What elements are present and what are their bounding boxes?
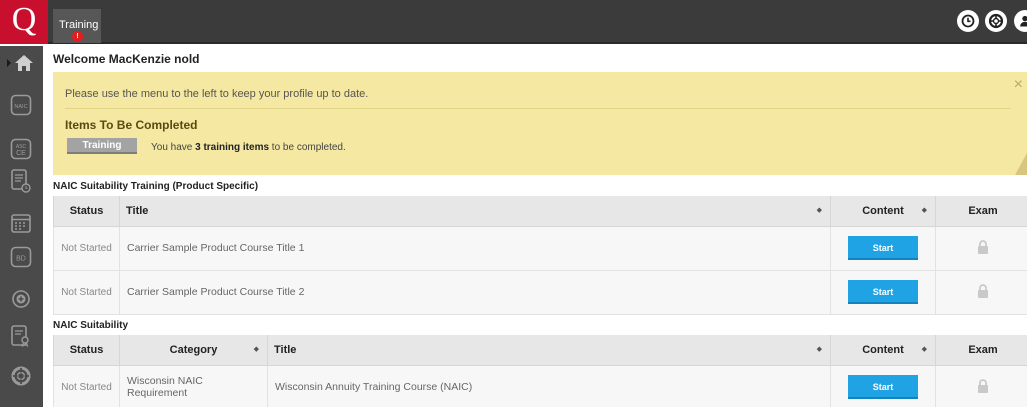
training-filter-button[interactable]: Training — [67, 138, 137, 154]
svg-text:BD: BD — [16, 256, 26, 263]
sidebar-item-home[interactable] — [5, 51, 39, 75]
count-prefix: You have — [151, 142, 196, 153]
clock-icon[interactable] — [957, 10, 979, 32]
sidebar-item-asc-ce[interactable]: ASC CE — [9, 137, 33, 161]
sidebar-item-support[interactable] — [9, 364, 33, 388]
title-cell: Carrier Sample Product Course Title 2 — [119, 269, 831, 315]
section-title-naic-suitability: NAIC Suitability — [53, 320, 129, 331]
column-header-content[interactable]: Content ◆ — [830, 196, 936, 227]
sort-icon[interactable]: ◆ — [817, 206, 822, 214]
sidebar-item-certificates[interactable] — [9, 324, 33, 348]
lock-icon — [977, 378, 989, 397]
training-count-text: You have 3 training items to be complete… — [151, 142, 346, 153]
column-header-status: Status — [53, 335, 120, 366]
column-header-content[interactable]: Content ◆ — [830, 335, 936, 366]
start-button[interactable]: Start — [848, 375, 918, 399]
logo-letter: Q — [11, 1, 37, 38]
svg-text:NAIC: NAIC — [14, 104, 27, 110]
sidebar-item-add[interactable] — [9, 287, 33, 311]
sort-icon[interactable]: ◆ — [922, 206, 927, 214]
column-header-status: Status — [53, 196, 120, 227]
welcome-heading: Welcome MacKenzie nold — [53, 52, 200, 66]
title-cell: Wisconsin Annuity Training Course (NAIC) — [267, 364, 831, 407]
sidebar-item-calendar[interactable] — [9, 211, 33, 235]
sort-icon[interactable]: ◆ — [254, 345, 259, 353]
sort-icon[interactable]: ◆ — [922, 345, 927, 353]
tab-training-label: Training — [59, 19, 99, 31]
column-header-exam: Exam — [935, 335, 1027, 366]
table-row: Not Started Carrier Sample Product Cours… — [53, 225, 1027, 271]
status-cell: Not Started — [53, 269, 120, 315]
exam-cell — [935, 225, 1027, 271]
sidebar: NAIC ASC CE BD — [0, 46, 43, 407]
user-icon[interactable] — [1014, 10, 1027, 32]
notice-divider — [65, 108, 1011, 109]
sidebar-item-bd[interactable]: BD — [9, 245, 33, 269]
table-row: Not Started Wisconsin NAIC Requirement W… — [53, 364, 1027, 407]
start-button[interactable]: Start — [848, 236, 918, 260]
logo[interactable]: Q — [0, 0, 48, 44]
column-header-title[interactable]: Title ◆ — [119, 196, 831, 227]
lock-icon — [977, 239, 989, 258]
lifebuoy-icon[interactable] — [985, 10, 1007, 32]
items-to-complete-heading: Items To Be Completed — [65, 118, 198, 132]
close-icon[interactable]: × — [1014, 76, 1023, 94]
column-header-category[interactable]: Category ◆ — [119, 335, 268, 366]
content-cell: Start — [830, 269, 936, 315]
content-cell: Start — [830, 225, 936, 271]
section-title-product-specific: NAIC Suitability Training (Product Speci… — [53, 181, 259, 192]
sidebar-item-naic[interactable]: NAIC — [9, 93, 33, 117]
start-button[interactable]: Start — [848, 280, 918, 304]
notification-badge: ! — [72, 31, 83, 42]
lock-icon — [977, 283, 989, 302]
count-value: 3 training items — [195, 142, 270, 153]
exam-cell — [935, 269, 1027, 315]
status-cell: Not Started — [53, 225, 120, 271]
product-training-table: Status Title ◆ Content ◆ Exam Not Started … — [53, 196, 1027, 315]
sidebar-item-reports[interactable] — [9, 169, 33, 193]
svg-text:CE: CE — [16, 150, 26, 157]
title-cell: Carrier Sample Product Course Title 1 — [119, 225, 831, 271]
count-suffix: to be completed. — [269, 142, 346, 153]
page-fold-corner — [1015, 153, 1027, 175]
notice-panel: Please use the menu to the left to keep … — [53, 72, 1027, 175]
column-header-exam: Exam — [935, 196, 1027, 227]
sort-icon[interactable]: ◆ — [817, 345, 822, 353]
table-row: Not Started Carrier Sample Product Cours… — [53, 269, 1027, 315]
naic-suitability-table: Status Category ◆ Title ◆ Content ◆ Exam No… — [53, 335, 1027, 407]
column-header-title[interactable]: Title ◆ — [267, 335, 831, 366]
notice-message: Please use the menu to the left to keep … — [65, 88, 369, 100]
content-cell: Start — [830, 364, 936, 407]
tab-training[interactable]: Training ! — [53, 9, 101, 43]
top-bar: Q Training ! — [0, 0, 1027, 44]
category-cell: Wisconsin NAIC Requirement — [119, 364, 268, 407]
status-cell: Not Started — [53, 364, 120, 407]
exam-cell — [935, 364, 1027, 407]
